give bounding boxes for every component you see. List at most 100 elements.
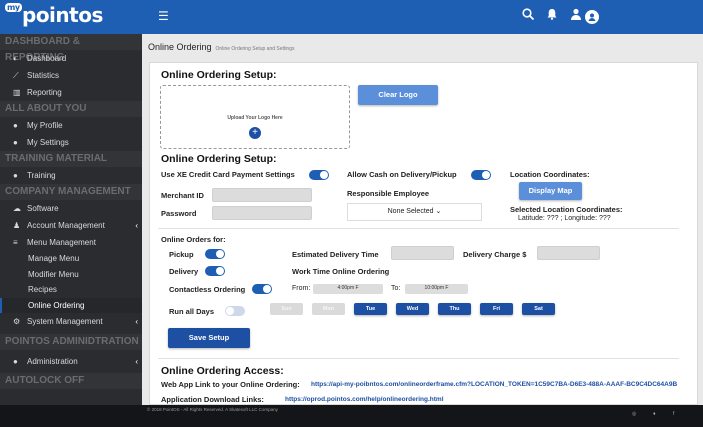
clear-logo-button[interactable]: Clear Logo: [358, 85, 438, 105]
sidebar-label: Statistics: [27, 71, 60, 80]
bell-icon[interactable]: [545, 8, 559, 23]
sidebar-sub-online[interactable]: Online Ordering: [0, 297, 142, 313]
merchant-id-input[interactable]: [212, 188, 312, 202]
day-button[interactable]: Tue: [354, 303, 387, 315]
sidebar-item-reporting[interactable]: ▥ Reporting: [0, 84, 142, 101]
delivery-label: Delivery: [169, 267, 199, 276]
section-admin: POINTOS ADMINIDTRATION: [0, 334, 142, 350]
to-label: To:: [391, 285, 401, 292]
eta-input[interactable]: [391, 246, 454, 260]
sidebar-item-software[interactable]: ☁ Software: [0, 200, 142, 217]
chevron-left-icon: ‹: [135, 357, 138, 366]
logo[interactable]: my pointos: [5, 3, 103, 27]
cash-toggle[interactable]: [471, 170, 491, 180]
section-heading: Online Ordering Setup:: [161, 153, 277, 165]
eta-label: Estimated Delivery Time: [292, 250, 379, 259]
menu-toggle-icon[interactable]: ☰: [158, 9, 169, 23]
instagram-icon[interactable]: ◎: [632, 411, 636, 417]
list-icon: ≡: [13, 238, 18, 247]
day-button[interactable]: Sat: [522, 303, 555, 315]
upload-label: Upload Your Logo Here: [227, 115, 283, 121]
logo-upload-area[interactable]: Upload Your Logo Here +: [160, 85, 350, 149]
password-label: Password: [161, 209, 197, 218]
section-training: TRAINING MATERIAL: [0, 151, 142, 167]
sidebar-item-menu[interactable]: ≡ Menu Management: [0, 234, 142, 251]
chevron-left-icon: ‹: [135, 317, 138, 326]
charge-input[interactable]: [537, 246, 600, 260]
divider: [158, 228, 679, 229]
location-label: Location Coordinates:: [510, 170, 590, 179]
password-input[interactable]: [212, 206, 312, 220]
person-icon: ●: [13, 357, 18, 366]
from-time-input[interactable]: 4:00pm F: [313, 284, 383, 294]
sidebar-label: Account Management: [27, 221, 105, 230]
footer: © 2018 PointOS - All Rights Reserved. A …: [0, 405, 703, 427]
sidebar-item-training[interactable]: ● Training: [0, 167, 142, 184]
sidebar-sub-modifier[interactable]: Modifier Menu: [0, 267, 142, 283]
account-icon[interactable]: [585, 10, 599, 24]
sidebar-sub-recipes[interactable]: Recipes: [0, 282, 142, 298]
sidebar-label: Training: [27, 171, 56, 180]
lat-lon-value: Latitude: ??? ; Longitude: ???: [518, 215, 611, 222]
sidebar-item-dashboard[interactable]: ◐ Dashboard: [0, 50, 142, 67]
contactless-toggle[interactable]: [252, 284, 272, 294]
sidebar-label: System Management: [27, 317, 103, 326]
save-setup-button[interactable]: Save Setup: [168, 328, 250, 348]
copyright: © 2018 PointOS - All Rights Reserved. A …: [147, 407, 278, 412]
xe-label: Use XE Credit Card Payment Settings: [161, 170, 295, 179]
chevron-down-icon: ⌄: [435, 208, 442, 215]
person-icon: ●: [13, 171, 18, 180]
sidebar-sub-manage[interactable]: Manage Menu: [0, 251, 142, 267]
sidebar-item-profile[interactable]: ● My Profile: [0, 117, 142, 134]
section-heading: Online Ordering Access:: [161, 365, 284, 377]
sidebar-item-settings[interactable]: ● My Settings: [0, 134, 142, 151]
display-map-button[interactable]: Display Map: [519, 182, 582, 200]
page-subtitle: Online Ordering Setup and Settings: [215, 46, 295, 52]
charge-label: Delivery Charge $: [463, 250, 527, 259]
chart-icon: ⟋: [13, 71, 19, 80]
day-button[interactable]: Wed: [396, 303, 429, 315]
logo-text: pointos: [22, 3, 103, 27]
search-icon[interactable]: [521, 8, 535, 23]
employee-select[interactable]: None Selected ⌄: [347, 203, 482, 221]
section-dashboard: DASHBOARD & REPORTING: [0, 34, 142, 63]
sidebar-item-admin[interactable]: ● Administration ‹: [0, 353, 142, 370]
employee-select-value: None Selected: [387, 208, 434, 215]
autolock-status[interactable]: AUTOLOCK OFF: [0, 373, 142, 389]
employee-label: Responsible Employee: [347, 189, 430, 198]
section-company: COMPANY MANAGEMENT: [0, 184, 142, 200]
sidebar-label: Software: [27, 204, 59, 213]
day-button[interactable]: Sun: [270, 303, 303, 315]
logo-badge: my: [5, 3, 22, 12]
sidebar-item-account[interactable]: ♟ Account Management ‹: [0, 217, 142, 234]
merchant-label: Merchant ID: [161, 191, 204, 200]
download-link[interactable]: https://oprod.pointos.com/help/onlineord…: [285, 396, 444, 403]
run-all-toggle[interactable]: [225, 306, 245, 316]
pickup-toggle[interactable]: [205, 249, 225, 259]
delivery-toggle[interactable]: [205, 266, 225, 276]
facebook-icon[interactable]: f: [673, 411, 674, 417]
plus-icon[interactable]: +: [249, 127, 261, 139]
day-button[interactable]: Thu: [438, 303, 471, 315]
users-icon: ♟: [13, 221, 21, 230]
sidebar-label: Administration: [27, 357, 78, 366]
day-button[interactable]: Fri: [480, 303, 513, 315]
sidebar-label: My Profile: [27, 121, 63, 130]
day-button[interactable]: Mon: [312, 303, 345, 315]
cloud-icon: ☁: [13, 204, 21, 213]
sidebar-item-statistics[interactable]: ⟋ Statistics: [0, 67, 142, 84]
selected-location-label: Selected Location Coordinates:: [510, 205, 623, 214]
web-app-link[interactable]: https://api-my-poibntos.com/onlineorderf…: [311, 381, 677, 388]
sidebar-item-system[interactable]: ⚙ System Management ‹: [0, 313, 142, 330]
pickup-label: Pickup: [169, 250, 194, 259]
sidebar: DASHBOARD & REPORTING ◐ Dashboard ⟋ Statis…: [0, 34, 142, 427]
user-icon[interactable]: [569, 8, 583, 23]
breadcrumb: Online Ordering Online Ordering Setup and…: [148, 42, 295, 52]
section-heading: Online Ordering Setup:: [161, 69, 277, 81]
to-time-input[interactable]: 10:00pm F: [405, 284, 468, 294]
twitter-icon[interactable]: ♦: [653, 411, 656, 417]
sidebar-label: My Settings: [27, 138, 69, 147]
sidebar-label: Menu Management: [27, 238, 96, 247]
xe-toggle[interactable]: [309, 170, 329, 180]
orders-for-label: Online Orders for:: [161, 235, 226, 244]
